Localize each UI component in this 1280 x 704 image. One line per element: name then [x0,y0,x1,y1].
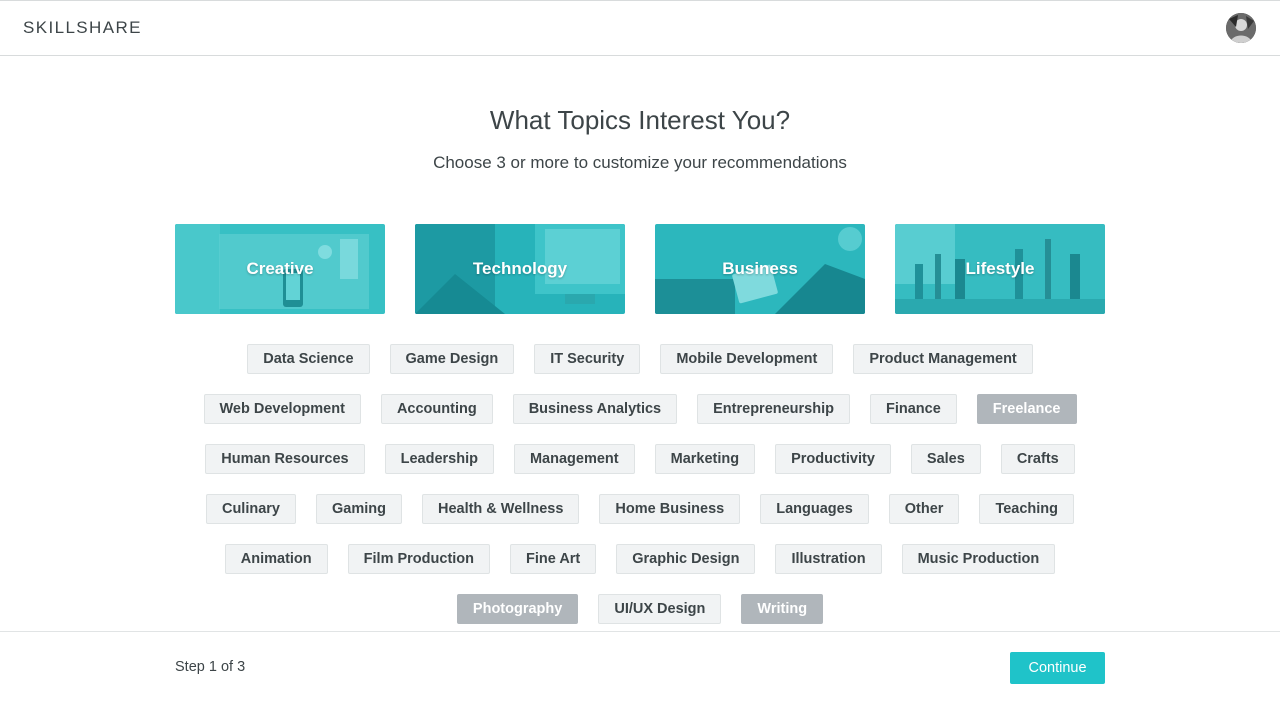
category-lifestyle[interactable]: Lifestyle [895,224,1105,314]
topic-tag-teaching[interactable]: Teaching [979,494,1075,524]
category-label: Lifestyle [965,259,1035,278]
topic-tag-crafts[interactable]: Crafts [1000,444,1075,474]
topic-tag-game-design[interactable]: Game Design [389,344,515,374]
topic-tag-data-science[interactable]: Data Science [247,344,370,374]
topic-tag-management[interactable]: Management [513,444,635,474]
topic-tag-accounting[interactable]: Accounting [380,394,493,424]
topic-tag-leadership[interactable]: Leadership [384,444,494,474]
page-title: What Topics Interest You? [489,105,791,135]
topic-tag-graphic-design[interactable]: Graphic Design [616,544,756,574]
category-label: Business [722,259,798,278]
topic-row-3: Human Resources Leadership Management Ma… [0,444,1280,474]
category-creative[interactable]: Creative [175,224,385,314]
topic-tag-film-production[interactable]: Film Production [347,544,491,574]
topic-tag-finance[interactable]: Finance [869,394,957,424]
topic-tag-it-security[interactable]: IT Security [534,344,641,374]
continue-button[interactable]: Continue [1010,652,1105,684]
skillshare-logo[interactable]: SKILLSHARE [23,18,142,38]
footer-bar: Step 1 of 3 Continue [0,631,1280,704]
topic-row-1: Data Science Game Design IT Security Mob… [0,344,1280,374]
topic-tag-culinary[interactable]: Culinary [205,494,296,524]
topic-tag-home-business[interactable]: Home Business [599,494,741,524]
topic-tag-sales[interactable]: Sales [910,444,981,474]
topic-row-5: Animation Film Production Fine Art Graph… [0,544,1280,574]
topic-tag-web-development[interactable]: Web Development [203,394,361,424]
topic-tag-gaming[interactable]: Gaming [315,494,402,524]
topic-tag-health-wellness[interactable]: Health & Wellness [421,494,580,524]
topic-tag-languages[interactable]: Languages [760,494,869,524]
avatar-image [1226,13,1256,43]
category-technology[interactable]: Technology [415,224,625,314]
category-business[interactable]: Business [655,224,865,314]
topic-tag-music-production[interactable]: Music Production [901,544,1056,574]
top-header: SKILLSHARE [0,0,1280,56]
topic-tag-photography[interactable]: Photography [456,594,579,624]
topic-tag-animation[interactable]: Animation [224,544,328,574]
topic-tag-product-management[interactable]: Product Management [853,344,1033,374]
topic-tag-productivity[interactable]: Productivity [775,444,891,474]
topic-tag-business-analytics[interactable]: Business Analytics [512,394,678,424]
topic-tag-writing[interactable]: Writing [741,594,824,624]
topic-tag-entrepreneurship[interactable]: Entrepreneurship [697,394,850,424]
user-avatar[interactable] [1226,13,1256,43]
category-label: Technology [472,259,568,278]
topic-tag-marketing[interactable]: Marketing [654,444,756,474]
topic-tag-ui-ux-design[interactable]: UI/UX Design [598,594,722,624]
topic-row-6: Photography UI/UX Design Writing [0,594,1280,624]
topic-row-2: Web Development Accounting Business Anal… [0,394,1280,424]
topic-tag-other[interactable]: Other [888,494,960,524]
topic-tag-fine-art[interactable]: Fine Art [510,544,597,574]
topic-row-4: Culinary Gaming Health & Wellness Home B… [0,494,1280,524]
topic-tag-freelance[interactable]: Freelance [976,394,1077,424]
topic-tag-illustration[interactable]: Illustration [775,544,882,574]
topic-tag-mobile-development[interactable]: Mobile Development [660,344,834,374]
page-subtitle: Choose 3 or more to customize your recom… [433,153,847,172]
step-indicator: Step 1 of 3 [175,659,246,675]
topic-tag-human-resources[interactable]: Human Resources [205,444,365,474]
category-label: Creative [246,259,314,278]
